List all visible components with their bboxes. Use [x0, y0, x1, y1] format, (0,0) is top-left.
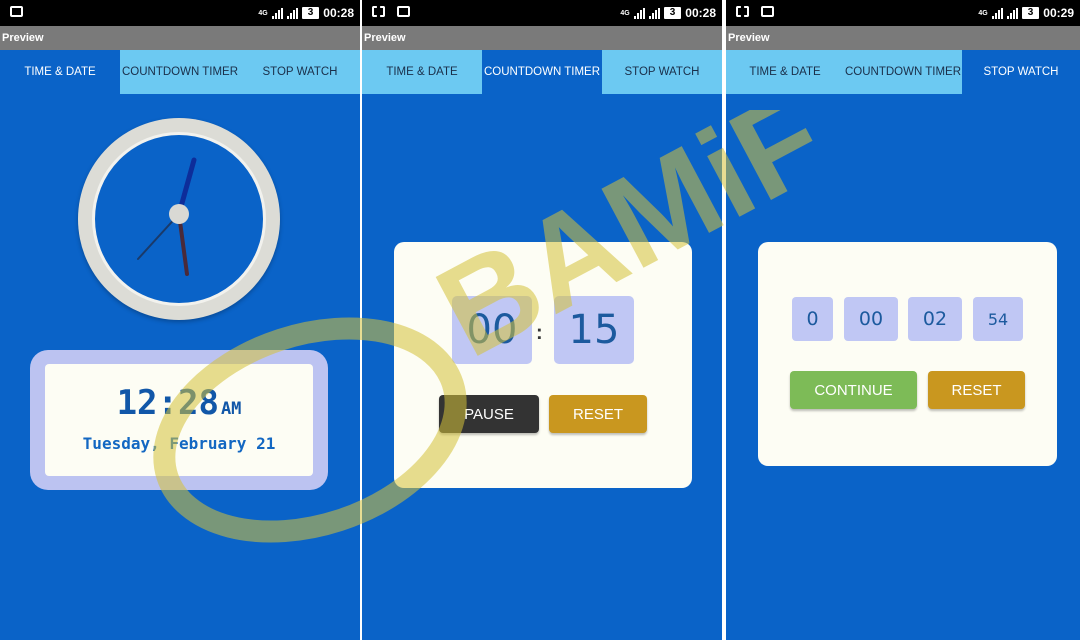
signal-icon [271, 7, 283, 19]
ampm-value: AM [220, 399, 242, 419]
notification-icon [761, 6, 774, 17]
tab-bar: TIME & DATE COUNTDOWN TIMER STOP WATCH [362, 50, 722, 94]
network-type: 4G [620, 9, 630, 17]
tab-countdown-timer[interactable]: COUNTDOWN TIMER [120, 50, 240, 94]
countdown-minutes: 00 [452, 296, 532, 364]
stopwatch-seconds: 02 [908, 297, 962, 341]
status-time: 00:29 [1043, 6, 1074, 20]
digital-time: 12:28 AM [45, 384, 313, 428]
tab-stop-watch[interactable]: STOP WATCH [240, 50, 360, 94]
analog-clock [78, 118, 280, 320]
reset-button[interactable]: RESET [928, 371, 1025, 409]
tab-countdown-timer[interactable]: COUNTDOWN TIMER [482, 50, 602, 94]
preview-bar: Preview [726, 26, 1080, 50]
status-time: 00:28 [685, 6, 716, 20]
clock-center [169, 204, 189, 224]
stopwatch-card: 0 00 02 54 CONTINUE RESET [758, 242, 1057, 466]
digital-clock-card: 12:28 AM Tuesday, February 21 [30, 350, 328, 490]
signal-icon-2 [648, 7, 660, 19]
preview-bar: Preview [362, 26, 722, 50]
tab-countdown-timer[interactable]: COUNTDOWN TIMER [844, 50, 962, 94]
stopwatch-minutes: 00 [844, 297, 898, 341]
reset-button[interactable]: RESET [549, 395, 647, 433]
network-type: 4G [258, 9, 268, 17]
date-text: Tuesday, February 21 [82, 434, 276, 453]
signal-icon-2 [1006, 7, 1018, 19]
signal-icon-2 [286, 7, 298, 19]
clock-hands [137, 157, 197, 276]
battery-icon: 3 [1021, 7, 1040, 19]
tab-bar: TIME & DATE COUNTDOWN TIMER STOP WATCH [0, 50, 360, 94]
pause-button[interactable]: PAUSE [439, 395, 539, 433]
digital-clock-display: 12:28 AM Tuesday, February 21 [45, 364, 313, 476]
tab-stop-watch[interactable]: STOP WATCH [602, 50, 722, 94]
battery-icon: 3 [301, 7, 320, 19]
countdown-timer-screen: 4G 3 00:28 Preview TIME & DATE COUNTDOWN… [362, 0, 722, 640]
battery-icon: 3 [663, 7, 682, 19]
preview-bar: Preview [0, 26, 360, 50]
screenshot-icon [372, 6, 385, 17]
network-type: 4G [978, 9, 988, 17]
signal-icon [633, 7, 645, 19]
notification-icon [10, 6, 23, 17]
status-time: 00:28 [323, 6, 354, 20]
tab-bar: TIME & DATE COUNTDOWN TIMER STOP WATCH [726, 50, 1080, 94]
notification-icon [397, 6, 410, 17]
screenshot-icon [736, 6, 749, 17]
countdown-seconds: 15 [554, 296, 634, 364]
signal-icon [991, 7, 1003, 19]
status-bar: 4G 3 00:28 [362, 0, 722, 26]
tab-time-date[interactable]: TIME & DATE [726, 50, 844, 94]
countdown-card: 00 : 15 PAUSE RESET [394, 242, 692, 488]
status-bar: 4G 3 00:28 [0, 0, 360, 26]
status-bar: 4G 3 00:29 [726, 0, 1080, 26]
stopwatch-milliseconds: 54 [973, 297, 1023, 341]
continue-button[interactable]: CONTINUE [790, 371, 917, 409]
tab-time-date[interactable]: TIME & DATE [0, 50, 120, 94]
stopwatch-hours: 0 [792, 297, 833, 341]
time-value: 12:28 [116, 383, 219, 423]
time-date-screen: 4G 3 00:28 Preview TIME & DATE COUNTDOWN… [0, 0, 360, 640]
tab-stop-watch[interactable]: STOP WATCH [962, 50, 1080, 94]
stop-watch-screen: 4G 3 00:29 Preview TIME & DATE COUNTDOWN… [726, 0, 1080, 640]
tab-time-date[interactable]: TIME & DATE [362, 50, 482, 94]
countdown-separator: : [536, 322, 543, 344]
